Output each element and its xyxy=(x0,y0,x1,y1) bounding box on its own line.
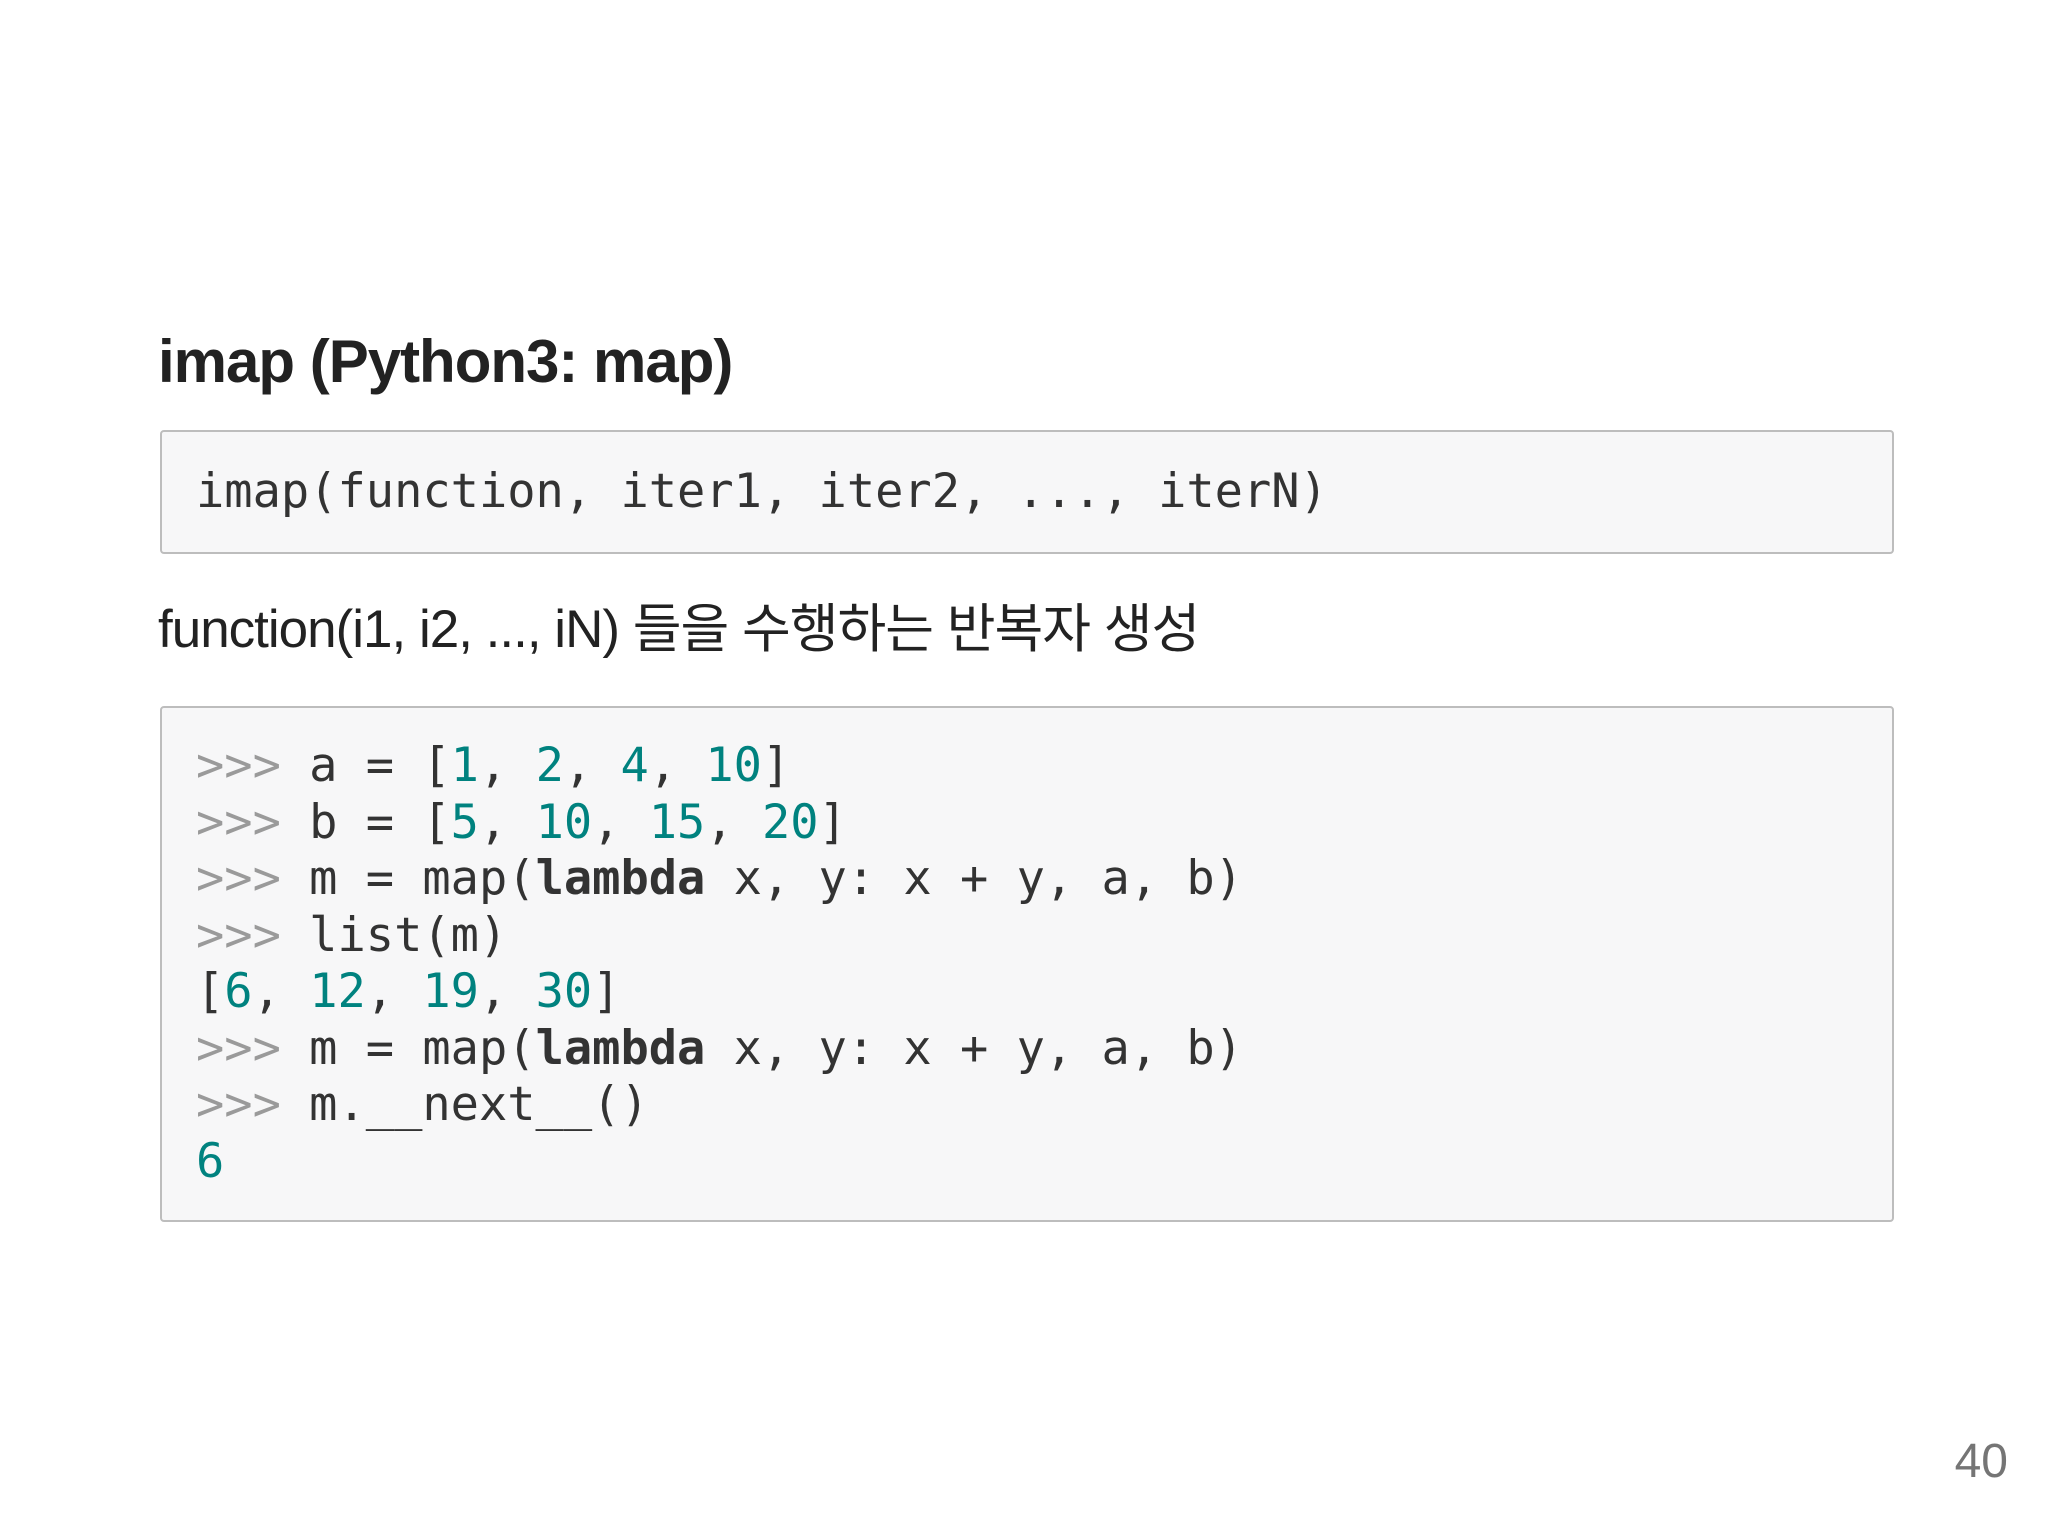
code-number: 10 xyxy=(535,794,593,850)
code-bracket: ] xyxy=(592,964,621,1019)
code-number: 12 xyxy=(309,964,366,1019)
page-number: 40 xyxy=(1954,1435,2008,1488)
code-text: m.__next__() xyxy=(280,1077,649,1132)
code-number: 4 xyxy=(620,738,649,793)
code-line-5: [6, 12, 19, 30] xyxy=(196,964,1892,1021)
code-number: 10 xyxy=(705,738,762,793)
code-text: m = map( xyxy=(280,1020,536,1076)
code-line-1: >>> a = [1, 2, 4, 10] xyxy=(196,738,1892,795)
code-number: 15 xyxy=(648,794,706,850)
code-separator: , xyxy=(563,738,621,793)
code-bracket: [ xyxy=(196,964,225,1019)
repl-prompt: >>> xyxy=(196,907,281,963)
signature-code-block: imap(function, iter1, iter2, ..., iterN) xyxy=(160,430,1894,554)
code-number: 2 xyxy=(535,738,564,793)
code-line-8: 6 xyxy=(196,1134,1892,1191)
code-number: 6 xyxy=(224,964,253,1019)
repl-prompt: >>> xyxy=(196,1020,281,1076)
code-line-2: >>> b = [5, 10, 15, 20] xyxy=(196,795,1892,852)
code-number: 20 xyxy=(761,794,819,850)
code-line-6: >>> m = map(lambda x, y: x + y, a, b) xyxy=(196,1021,1892,1078)
code-separator: , xyxy=(648,738,706,793)
slide-title: imap (Python3: map) xyxy=(158,328,733,395)
code-number: 30 xyxy=(535,964,593,1019)
code-bracket: ] xyxy=(818,794,847,850)
code-keyword: lambda xyxy=(535,851,706,906)
code-separator: , xyxy=(478,794,536,850)
repl-prompt: >>> xyxy=(196,851,281,906)
code-line-4: >>> list(m) xyxy=(196,908,1892,965)
repl-prompt: >>> xyxy=(196,738,281,793)
code-text: x, y: x + y, a, b) xyxy=(705,1020,1243,1076)
code-separator: , xyxy=(252,964,310,1019)
repl-prompt: >>> xyxy=(196,1077,281,1132)
code-number: 19 xyxy=(422,964,479,1019)
code-separator: , xyxy=(478,964,536,1019)
code-text: a = [ xyxy=(280,738,451,793)
code-text: list(m) xyxy=(280,907,508,963)
code-separator: , xyxy=(365,964,423,1019)
code-number: 6 xyxy=(196,1133,225,1189)
code-keyword: lambda xyxy=(535,1020,706,1076)
code-text: m = map( xyxy=(280,851,536,906)
code-separator: , xyxy=(705,794,762,850)
code-text: b = [ xyxy=(280,794,451,850)
code-bracket: ] xyxy=(761,738,791,793)
code-line-3: >>> m = map(lambda x, y: x + y, a, b) xyxy=(196,851,1892,908)
example-code-block: >>> a = [1, 2, 4, 10] >>> b = [5, 10, 15… xyxy=(160,706,1894,1222)
code-number: 5 xyxy=(450,794,479,850)
code-text: x, y: x + y, a, b) xyxy=(705,851,1243,906)
repl-prompt: >>> xyxy=(196,794,281,850)
code-number: 1 xyxy=(450,738,479,793)
code-separator: , xyxy=(592,794,649,850)
description-text: function(i1, i2, ..., iN) 들을 수행하는 반복자 생성 xyxy=(158,600,1200,659)
signature-code: imap(function, iter1, iter2, ..., iterN) xyxy=(196,464,1328,519)
code-line-7: >>> m.__next__() xyxy=(196,1077,1892,1134)
code-separator: , xyxy=(478,738,536,793)
